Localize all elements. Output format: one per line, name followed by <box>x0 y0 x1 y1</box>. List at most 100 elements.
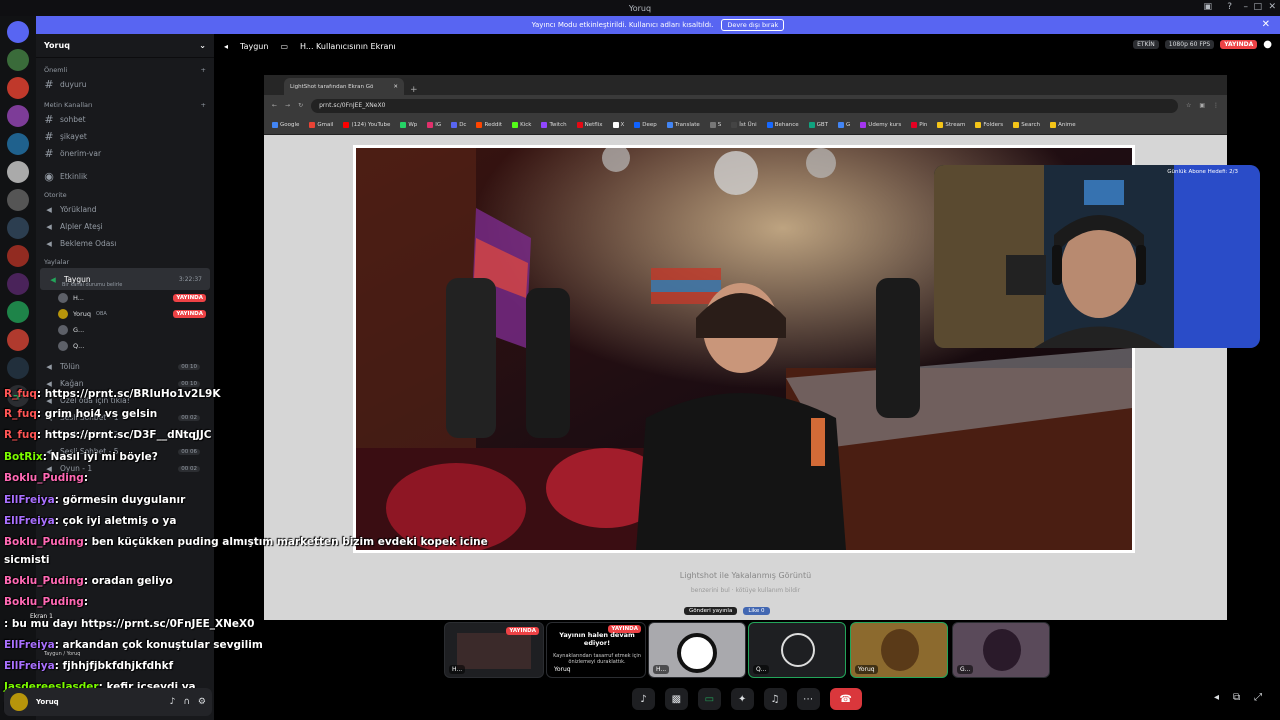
bookmark-item[interactable]: (124) YouTube <box>343 122 390 128</box>
category-text[interactable]: Metin Kanalları + <box>36 99 214 111</box>
reload-icon[interactable]: ↻ <box>298 102 303 109</box>
maximize-button[interactable]: □ <box>1253 2 1262 12</box>
more-icon[interactable]: ⋯ <box>796 688 820 710</box>
popout-icon[interactable]: ⧉ <box>1233 692 1240 703</box>
discord-home-icon[interactable] <box>7 21 29 43</box>
server-icon[interactable] <box>7 357 29 379</box>
bookmark-item[interactable]: Behance <box>766 122 799 128</box>
close-icon[interactable]: ✕ <box>393 84 398 90</box>
fullscreen-icon[interactable]: ⤢ <box>1254 692 1262 703</box>
bookmark-item[interactable]: Anime <box>1050 122 1076 128</box>
bookmark-item[interactable]: Twitch <box>541 122 567 128</box>
server-icon[interactable] <box>7 105 29 127</box>
soundboard-icon[interactable]: ♫ <box>763 688 787 710</box>
activities-icon[interactable]: ✦ <box>730 688 754 710</box>
disable-button[interactable]: Devre dışı bırak <box>721 19 785 31</box>
chat-icon[interactable]: ● <box>1263 39 1272 50</box>
bookmark-item[interactable]: Search <box>1013 122 1040 128</box>
chat-username[interactable]: Boklu_Puding <box>4 575 84 587</box>
volume-icon[interactable]: ◂ <box>1214 692 1219 703</box>
channel-sikayet[interactable]: # şikayet <box>36 128 214 145</box>
server-icon[interactable] <box>7 161 29 183</box>
server-header[interactable]: Yoruq ⌄ <box>36 34 214 58</box>
microphone-icon[interactable]: ♪ <box>632 688 655 710</box>
category-authority[interactable]: Otorite <box>36 189 214 201</box>
facebook-like-button[interactable]: Like 0 <box>743 607 770 615</box>
share-x-button[interactable]: Gönderi yayınla <box>684 607 738 615</box>
voice-user[interactable]: H... YAYINDA <box>36 290 214 306</box>
bookmark-item[interactable]: Folders <box>975 122 1003 128</box>
menu-icon[interactable]: ⋮ <box>1213 102 1219 109</box>
help-icon[interactable]: ? <box>1227 2 1232 12</box>
voice-user[interactable]: G... <box>36 322 214 338</box>
screen-share-icon[interactable]: ▭ <box>697 688 721 710</box>
browser-tab[interactable]: LightShot tarafından Ekran Gö ✕ <box>284 78 404 95</box>
disconnect-button[interactable]: ☎ <box>829 688 862 710</box>
voice-channel-tolun[interactable]: ◂ Tölün 00 10 <box>36 358 214 375</box>
forward-icon[interactable]: → <box>285 102 290 109</box>
server-icon[interactable] <box>7 217 29 239</box>
category-important[interactable]: Önemli + <box>36 64 214 76</box>
server-icon[interactable] <box>7 133 29 155</box>
bookmark-item[interactable]: İst Üni <box>731 122 757 128</box>
inbox-icon[interactable]: ▣ <box>1203 2 1212 12</box>
bookmark-item[interactable]: Reddit <box>476 122 502 128</box>
participant-tile[interactable]: Q... <box>748 622 846 678</box>
chat-username[interactable]: Boklu_Puding <box>4 596 84 608</box>
avatar[interactable] <box>10 693 28 711</box>
bookmark-item[interactable]: IG <box>427 122 441 128</box>
bookmark-item[interactable]: Kick <box>512 122 531 128</box>
voice-channel-bekleme-odasi[interactable]: ◂ Bekleme Odası <box>36 235 214 252</box>
bookmark-item[interactable]: Google <box>272 122 299 128</box>
server-icon[interactable] <box>7 77 29 99</box>
channel-name[interactable]: Taygun <box>240 42 268 51</box>
channel-sohbet[interactable]: # sohbet <box>36 111 214 128</box>
channel-onerim-var[interactable]: # önerim-var <box>36 145 214 162</box>
server-icon[interactable] <box>7 273 29 295</box>
bookmark-item[interactable]: Gmail <box>309 122 333 128</box>
new-tab-icon[interactable]: + <box>410 85 418 95</box>
chat-username[interactable]: R_fuq <box>4 388 37 400</box>
settings-icon[interactable]: ⚙ <box>198 697 206 707</box>
chat-username[interactable]: R_fuq <box>4 429 37 441</box>
star-icon[interactable]: ☆ <box>1186 102 1191 109</box>
chat-username[interactable]: Boklu_Puding <box>4 536 84 548</box>
close-icon[interactable]: ✕ <box>1262 19 1270 30</box>
activity-badge[interactable]: ETKİN <box>1133 40 1159 49</box>
participant-tile[interactable]: G... <box>952 622 1050 678</box>
microphone-icon[interactable]: ♪ <box>170 697 176 707</box>
stream-tile[interactable]: YAYINDA H... <box>444 622 544 678</box>
server-icon[interactable] <box>7 189 29 211</box>
channel-status[interactable]: Bir kanal durumu belirle <box>62 282 122 288</box>
minimize-button[interactable]: – <box>1244 2 1249 12</box>
extensions-icon[interactable]: ▣ <box>1199 102 1205 109</box>
voice-channel-alpler-atesi[interactable]: ◂ Alpler Ateşi <box>36 218 214 235</box>
voice-user[interactable]: Yoruq OBA YAYINDA <box>36 306 214 322</box>
server-icon[interactable] <box>7 49 29 71</box>
back-icon[interactable]: ← <box>272 102 277 109</box>
server-icon[interactable] <box>7 301 29 323</box>
chat-username[interactable]: Boklu_Puding <box>4 472 84 484</box>
own-stream-tile[interactable]: YAYINDA Yayının halen devam ediyor! Kayn… <box>546 622 646 678</box>
category-plateaus[interactable]: Yaylalar <box>36 256 214 268</box>
participant-tile[interactable]: H... <box>648 622 746 678</box>
bookmark-item[interactable]: Dc <box>451 122 466 128</box>
bookmark-item[interactable]: Pin <box>911 122 927 128</box>
chat-username[interactable]: EllFreiya <box>4 515 55 527</box>
headphones-icon[interactable]: ∩ <box>183 697 190 707</box>
channel-events[interactable]: ◉ Etkinlik <box>36 168 214 185</box>
bookmark-item[interactable]: Translate <box>666 122 700 128</box>
chat-username[interactable]: EllFreiya <box>4 494 55 506</box>
chat-username[interactable]: BotRix <box>4 451 43 463</box>
participant-tile[interactable]: Yoruq <box>850 622 948 678</box>
camera-off-icon[interactable]: ▩ <box>664 688 688 710</box>
server-icon[interactable] <box>7 245 29 267</box>
channel-duyuru[interactable]: # duyuru <box>36 76 214 93</box>
chat-username[interactable]: EllFreiya <box>4 660 55 672</box>
bookmark-item[interactable]: G <box>838 122 850 128</box>
quality-badge[interactable]: 1080p 60 FPS <box>1164 40 1215 49</box>
bookmark-item[interactable]: Udemy kurs <box>860 122 901 128</box>
close-button[interactable]: ✕ <box>1268 2 1276 12</box>
chat-username[interactable]: EllFreiya <box>4 639 55 651</box>
bookmark-item[interactable]: Wp <box>400 122 417 128</box>
